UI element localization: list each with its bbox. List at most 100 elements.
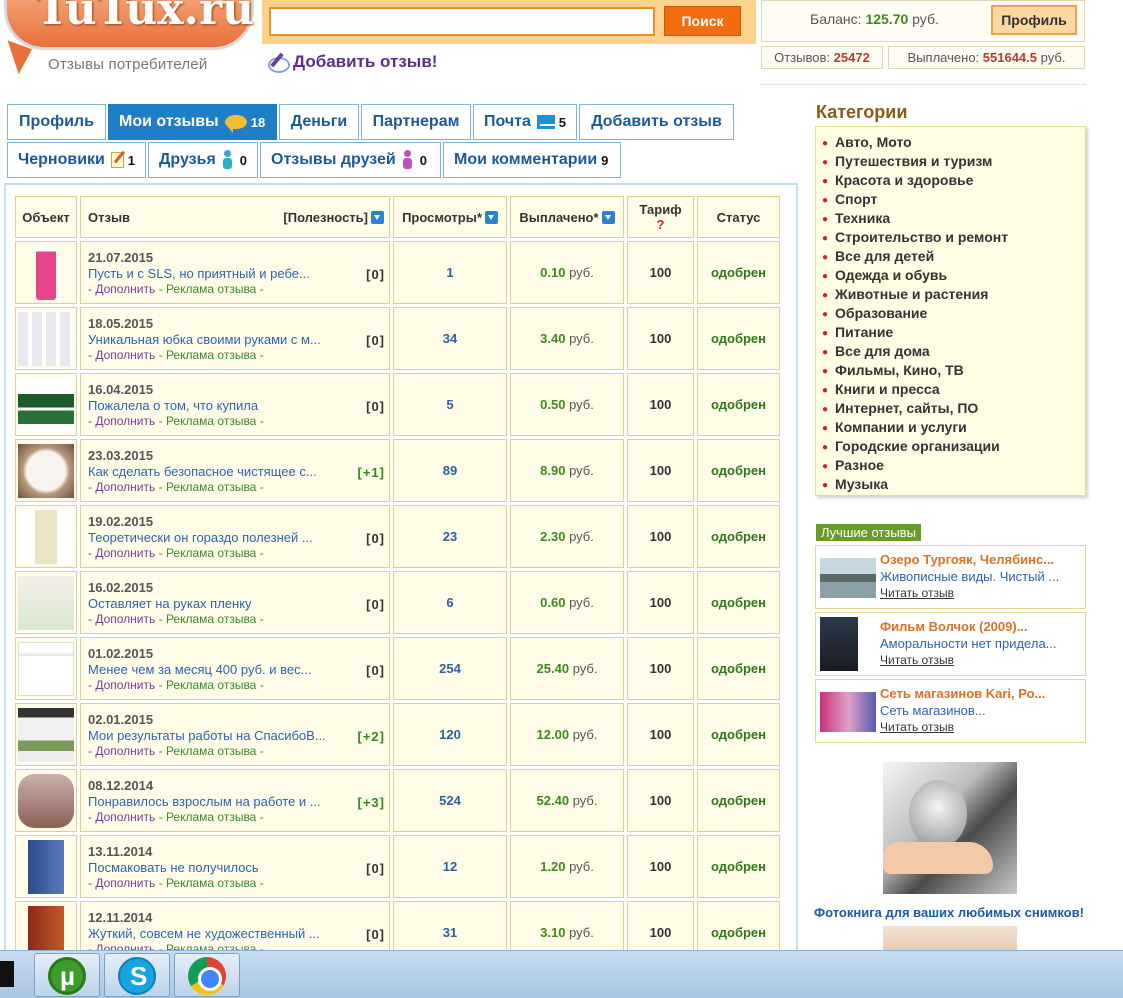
review-title-link[interactable]: Теоретически он гораздо полезней ... <box>88 530 343 545</box>
product-thumbnail[interactable] <box>18 377 74 432</box>
taskbar-chrome[interactable] <box>174 953 240 997</box>
category-link[interactable]: Питание <box>822 323 1085 342</box>
advertise-review-link[interactable]: - Реклама отзыва - <box>159 612 264 626</box>
product-thumbnail[interactable] <box>28 839 64 894</box>
product-thumbnail[interactable] <box>18 575 74 630</box>
review-title-link[interactable]: Уникальная юбка своими руками с м... <box>88 332 343 347</box>
advertise-review-link[interactable]: - Реклама отзыва - <box>159 282 264 296</box>
review-title-link[interactable]: Менее чем за месяц 400 руб. и вес... <box>88 662 343 677</box>
tab-mail[interactable]: Почта 5 <box>473 104 577 140</box>
tab-partners[interactable]: Партнерам <box>361 104 471 140</box>
tab-profile[interactable]: Профиль <box>7 104 106 140</box>
search-button[interactable]: Поиск <box>664 6 741 36</box>
category-link[interactable]: Образование <box>822 304 1085 323</box>
review-title-link[interactable]: Пожалела о том, что купила <box>88 398 343 413</box>
product-thumbnail[interactable] <box>36 245 56 300</box>
category-link[interactable]: Животные и растения <box>822 285 1085 304</box>
category-link[interactable]: Фильмы, Кино, ТВ <box>822 361 1085 380</box>
advertise-review-link[interactable]: - Реклама отзыва - <box>159 414 264 428</box>
category-link[interactable]: Авто, Мото <box>822 133 1085 152</box>
advertise-review-link[interactable]: - Реклама отзыва - <box>159 876 264 890</box>
status-cell: одобрен <box>697 901 780 953</box>
review-title-link[interactable]: Посмаковать не получилось <box>88 860 343 875</box>
best-review-item[interactable]: Озеро Тургояк, Челябинс... Живописные ви… <box>815 545 1086 609</box>
category-link[interactable]: Все для детей <box>822 247 1085 266</box>
category-link[interactable]: Городские организации <box>822 437 1085 456</box>
advertise-review-link[interactable]: - Реклама отзыва - <box>159 810 264 824</box>
category-link[interactable]: Музыка <box>822 475 1085 494</box>
add-more-link[interactable]: - Дополнить <box>88 348 155 362</box>
add-more-link[interactable]: - Дополнить <box>88 480 155 494</box>
category-link[interactable]: Одежда и обувь <box>822 266 1085 285</box>
photobook-banner-text[interactable]: Фотокнига для ваших любимых снимков! <box>814 905 1084 920</box>
category-link[interactable]: Строительство и ремонт <box>822 228 1085 247</box>
tab-money[interactable]: Деньги <box>279 104 359 140</box>
product-thumbnail[interactable] <box>18 311 74 366</box>
review-title-link[interactable]: Как сделать безопасное чистящее с... <box>88 464 343 479</box>
tariff-cell: 100 <box>627 505 694 568</box>
add-more-link[interactable]: - Дополнить <box>88 546 155 560</box>
add-more-link[interactable]: - Дополнить <box>88 744 155 758</box>
product-thumbnail[interactable] <box>18 509 74 564</box>
add-more-link[interactable]: - Дополнить <box>88 678 155 692</box>
add-more-link[interactable]: - Дополнить <box>88 810 155 824</box>
best-review-title[interactable]: Фильм Волчок (2009)... <box>880 619 1080 634</box>
add-review-link[interactable]: Добавить отзыв! <box>266 51 437 73</box>
category-link[interactable]: Красота и здоровье <box>822 171 1085 190</box>
review-title-link[interactable]: Пусть и с SLS, но приятный и ребе... <box>88 266 343 281</box>
advertise-review-link[interactable]: - Реклама отзыва - <box>159 678 264 692</box>
review-title-link[interactable]: Мои результаты работы на СпасибоВ... <box>88 728 343 743</box>
category-link[interactable]: Интернет, сайты, ПО <box>822 399 1085 418</box>
product-thumbnail[interactable] <box>18 707 74 762</box>
product-thumbnail[interactable] <box>18 773 74 828</box>
category-link[interactable]: Разное <box>822 456 1085 475</box>
tab-friends[interactable]: Друзья 0 <box>148 142 258 178</box>
photobook-banner-image[interactable] <box>883 762 1017 894</box>
category-link[interactable]: Спорт <box>822 190 1085 209</box>
best-review-title[interactable]: Озеро Тургояк, Челябинс... <box>880 552 1080 567</box>
category-link[interactable]: Компании и услуги <box>822 418 1085 437</box>
read-review-link[interactable]: Читать отзыв <box>880 720 954 734</box>
photo-hand <box>883 842 993 874</box>
advertise-review-link[interactable]: - Реклама отзыва - <box>159 546 264 560</box>
review-cell: 12.11.2014 Жуткий, совсем не художественн… <box>80 901 390 953</box>
start-button[interactable] <box>0 961 14 987</box>
tab-my-reviews[interactable]: Мои отзывы 18 <box>108 104 277 140</box>
category-link[interactable]: Книги и пресса <box>822 380 1085 399</box>
category-link[interactable]: Техника <box>822 209 1085 228</box>
add-more-link[interactable]: - Дополнить <box>88 612 155 626</box>
category-link[interactable]: Все для дома <box>822 342 1085 361</box>
product-thumbnail[interactable] <box>28 905 64 953</box>
add-more-link[interactable]: - Дополнить <box>88 876 155 890</box>
sort-usefulness[interactable]: [Полезность] <box>283 210 384 225</box>
profile-button[interactable]: Профиль <box>991 5 1077 35</box>
taskbar-utorrent[interactable] <box>34 953 100 997</box>
advertise-review-link[interactable]: - Реклама отзыва - <box>159 348 264 362</box>
tab-add-review[interactable]: Добавить отзыв <box>579 104 734 140</box>
tariff-help-link[interactable]: ? <box>628 217 693 232</box>
review-title-link[interactable]: Оставляет на руках пленку <box>88 596 343 611</box>
read-review-link[interactable]: Читать отзыв <box>880 653 954 667</box>
review-title-link[interactable]: Жуткий, совсем не художественный ... <box>88 926 343 941</box>
col-paid[interactable]: Выплачено* <box>510 196 624 238</box>
add-more-link[interactable]: - Дополнить <box>88 414 155 428</box>
review-title-link[interactable]: Понравилось взрослым на работе и ... <box>88 794 343 809</box>
status-cell: одобрен <box>697 835 780 898</box>
col-views[interactable]: Просмотры* <box>393 196 507 238</box>
tab-my-comments[interactable]: Мои комментарии 9 <box>443 142 621 178</box>
advertise-review-link[interactable]: - Реклама отзыва - <box>159 480 264 494</box>
best-review-item[interactable]: Сеть магазинов Kari, Ро... Сеть магазино… <box>815 679 1086 743</box>
advertise-review-link[interactable]: - Реклама отзыва - <box>159 744 264 758</box>
read-review-link[interactable]: Читать отзыв <box>880 586 954 600</box>
tab-friends-reviews[interactable]: Отзывы друзей 0 <box>260 142 441 178</box>
best-review-title[interactable]: Сеть магазинов Kari, Ро... <box>880 686 1080 701</box>
best-review-item[interactable]: Фильм Волчок (2009)... Аморальности нет … <box>815 612 1086 676</box>
site-logo[interactable]: TuTux.ru Отзывы потребителей <box>0 0 258 80</box>
product-thumbnail[interactable] <box>18 641 74 696</box>
search-input[interactable] <box>269 7 655 36</box>
category-link[interactable]: Путешествия и туризм <box>822 152 1085 171</box>
product-thumbnail[interactable] <box>18 443 74 498</box>
taskbar-skype[interactable] <box>104 953 170 997</box>
add-more-link[interactable]: - Дополнить <box>88 282 155 296</box>
tab-drafts[interactable]: Черновики 1 <box>7 142 146 178</box>
